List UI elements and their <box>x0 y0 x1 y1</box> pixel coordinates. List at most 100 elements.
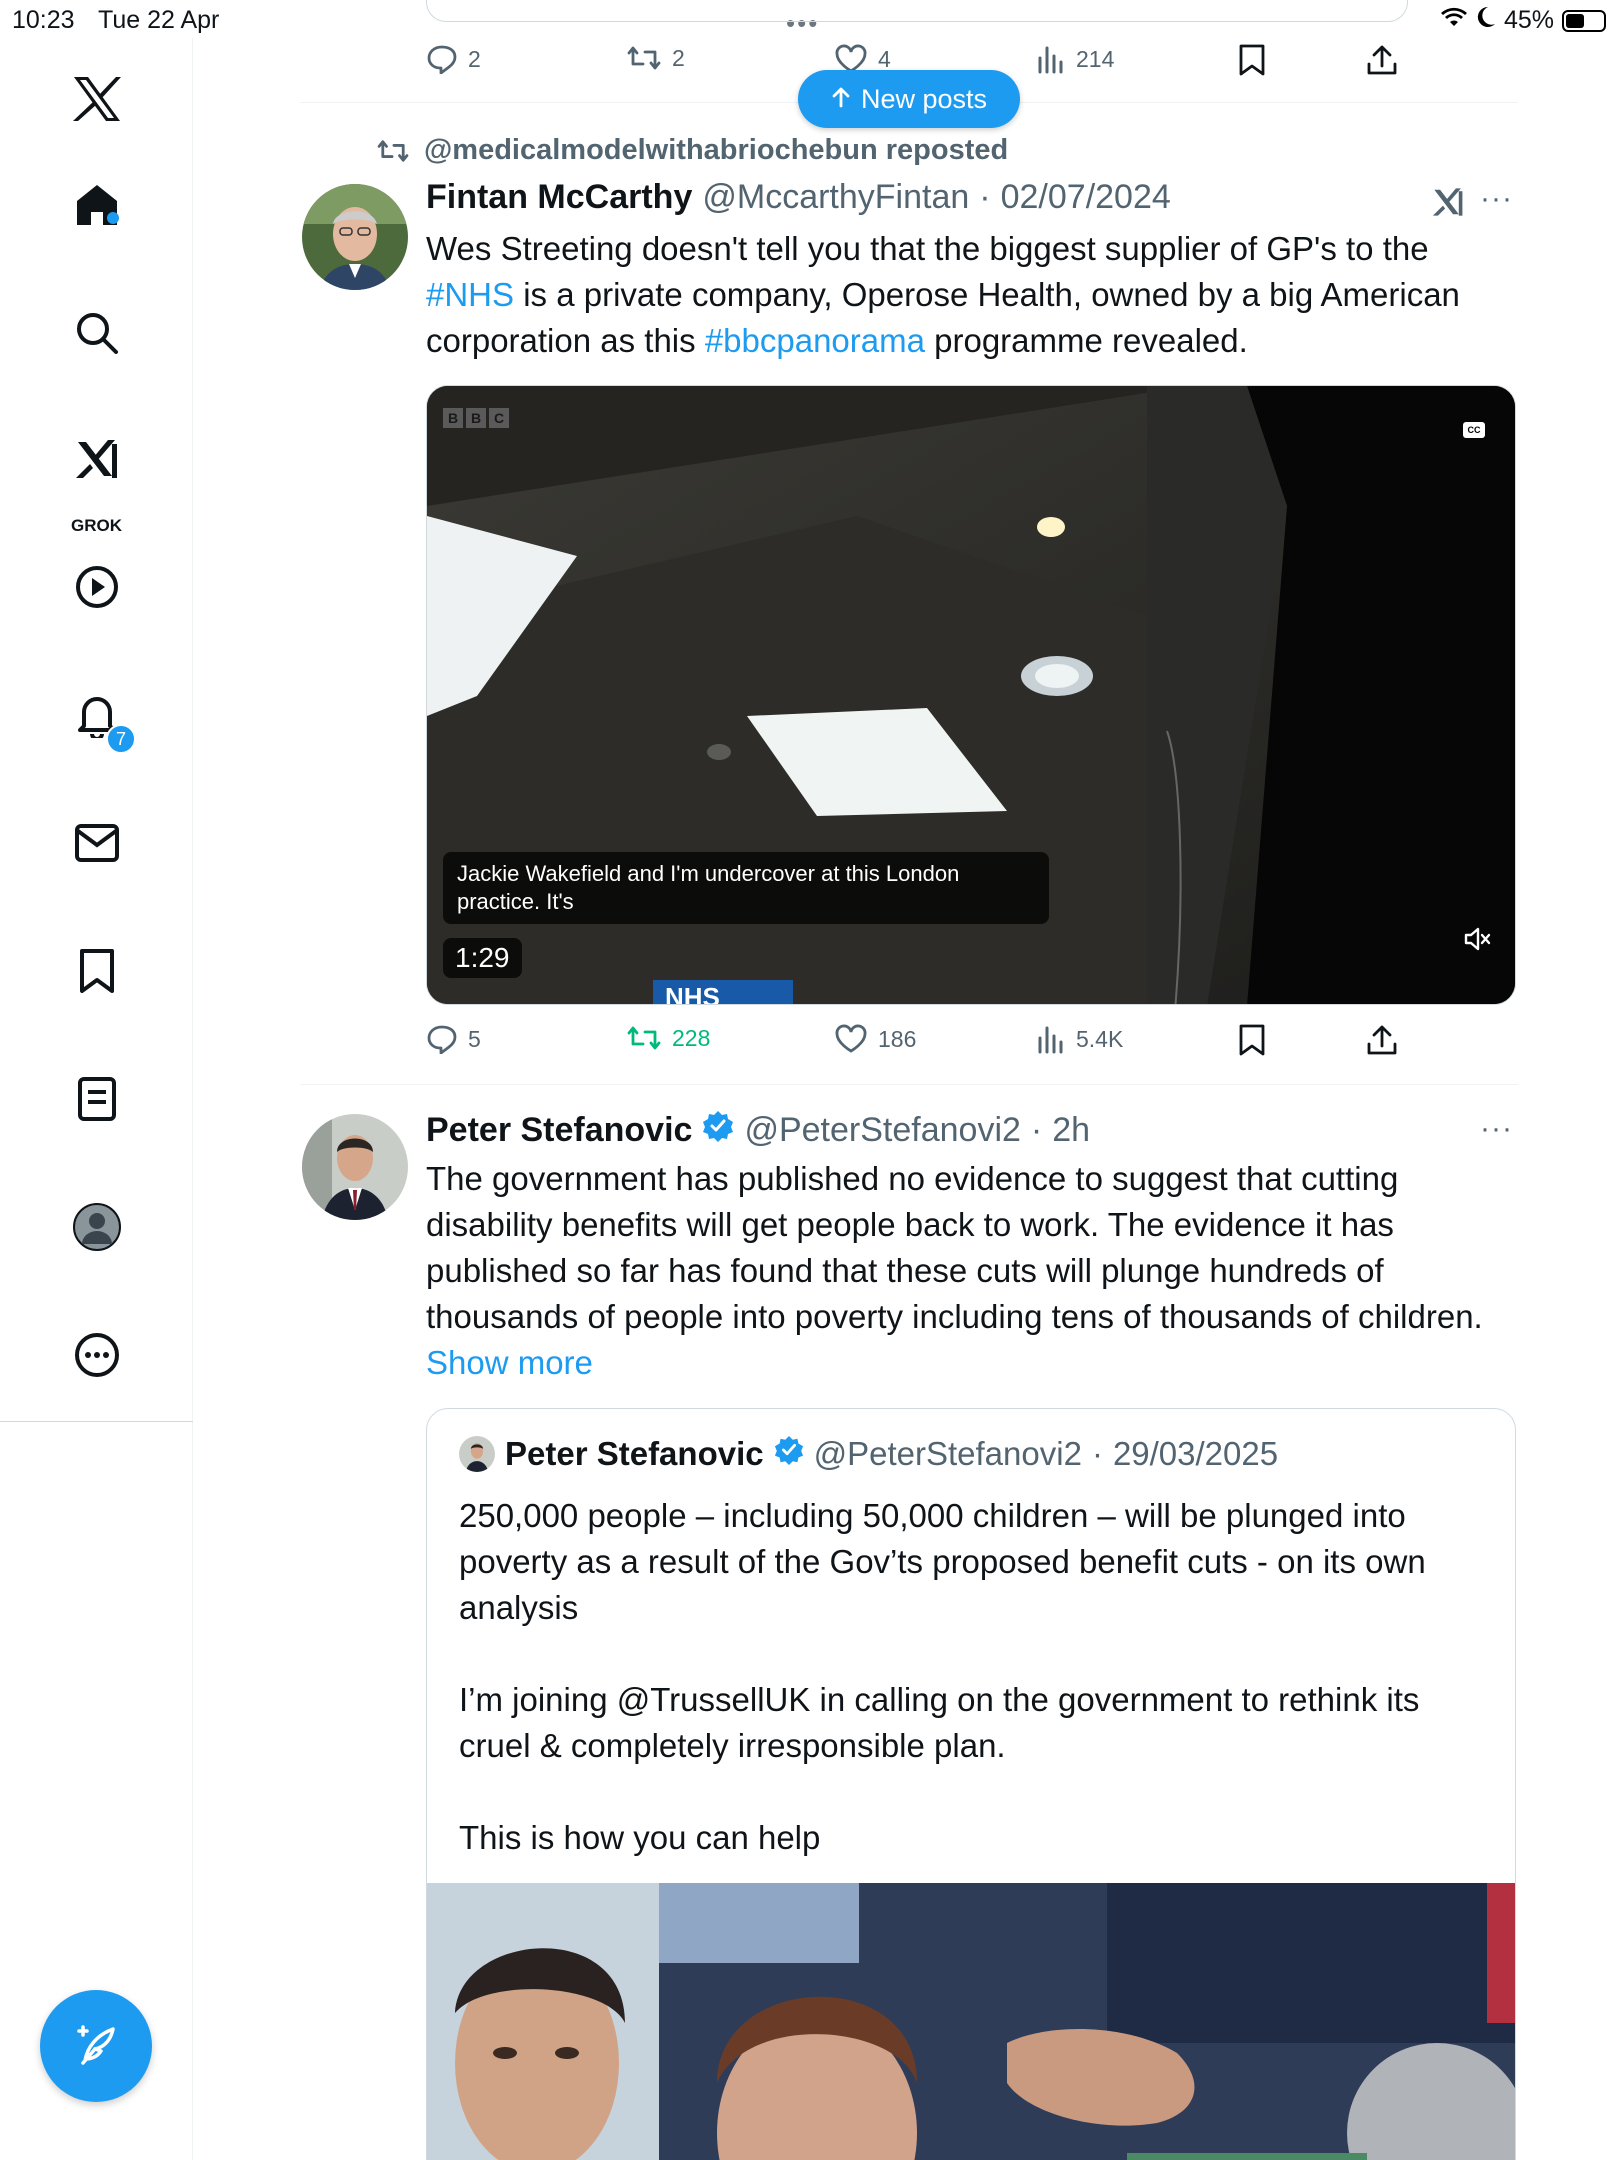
compose-button[interactable] <box>40 1990 152 2102</box>
bell-icon[interactable] <box>0 680 193 750</box>
separator: · <box>979 178 991 216</box>
tweet-text: The government has published no evidence… <box>426 1156 1486 1386</box>
avatar[interactable] <box>302 184 408 290</box>
bbc-letter-3: C <box>489 408 509 428</box>
arrow-up-icon <box>831 84 851 115</box>
quote-date[interactable]: 29/03/2025 <box>1113 1435 1278 1473</box>
quote-media-image[interactable] <box>427 1883 1515 2160</box>
share-button[interactable] <box>1366 1024 1398 1056</box>
status-right: 45% <box>1440 6 1606 35</box>
verified-badge-icon <box>774 1435 804 1473</box>
quote-text: 250,000 people – including 50,000 childr… <box>459 1493 1489 1861</box>
tweet-text-segment: programme revealed. <box>924 322 1248 359</box>
feed-divider <box>300 1084 1518 1085</box>
like-count: 4 <box>878 45 891 72</box>
quoted-tweet[interactable]: Peter Stefanovic @PeterStefanovi2 · 29/0… <box>426 1408 1516 2160</box>
list-icon[interactable] <box>0 1064 193 1134</box>
closed-captions-button[interactable]: CC <box>1463 422 1485 438</box>
quote-header: Peter Stefanovic @PeterStefanovi2 · 29/0… <box>459 1435 1278 1473</box>
separator: · <box>1091 1435 1103 1472</box>
quote-paragraph <box>459 1769 1489 1815</box>
mail-icon[interactable] <box>0 808 193 878</box>
tweet-body: The government has published no evidence… <box>426 1160 1483 1335</box>
views-count: 214 <box>1076 45 1115 72</box>
repost-button[interactable]: 228 <box>626 1024 710 1052</box>
battery-icon <box>1562 9 1606 32</box>
views-count: 5.4K <box>1076 1025 1124 1052</box>
reply-button[interactable]: 2 <box>426 44 481 74</box>
hashtag-link[interactable]: #NHS <box>426 276 514 313</box>
views-button[interactable]: 5.4K <box>1036 1024 1123 1054</box>
battery-fill <box>1566 13 1584 28</box>
avatar[interactable] <box>302 1114 408 1220</box>
bbc-letter-2: B <box>466 408 486 428</box>
tweet-header: Fintan McCarthy @MccarthyFintan · 02/07/… <box>426 178 1171 217</box>
grok-label: GROK <box>71 516 122 535</box>
bbc-logo: B B C <box>443 408 509 428</box>
status-date: Tue 22 Apr <box>98 6 220 34</box>
verified-badge-icon <box>702 1110 734 1151</box>
hashtag-link[interactable]: #bbcpanorama <box>705 322 925 359</box>
home-unread-dot <box>107 212 119 224</box>
previous-quote-card[interactable] <box>426 0 1408 22</box>
bookmark-button[interactable] <box>1238 44 1266 76</box>
notification-badge: 7 <box>106 724 136 754</box>
moon-icon <box>1476 6 1496 35</box>
mute-icon[interactable] <box>1463 926 1491 957</box>
repost-small-icon <box>377 139 409 162</box>
author-handle[interactable]: @MccarthyFintan <box>702 178 969 217</box>
tweet-date[interactable]: 02/07/2024 <box>1001 178 1171 217</box>
tweet-text: Wes Streeting doesn't tell you that the … <box>426 226 1516 364</box>
compose-feather-icon <box>71 2019 121 2074</box>
reposted-by-text: @medicalmodelwithabriochebun reposted <box>424 134 1009 166</box>
grok-icon[interactable] <box>0 424 193 494</box>
quote-avatar[interactable] <box>459 1436 495 1472</box>
bbc-letter-1: B <box>443 408 463 428</box>
quote-author-name[interactable]: Peter Stefanovic <box>505 1435 764 1473</box>
more-options-icon[interactable]: ··· <box>1480 1112 1513 1146</box>
author-handle[interactable]: @PeterStefanovi2 <box>744 1111 1020 1150</box>
quote-paragraph: This is how you can help <box>459 1819 821 1856</box>
more-options-icon[interactable]: ··· <box>1480 182 1513 216</box>
wifi-icon <box>1440 6 1468 35</box>
like-button[interactable]: 186 <box>834 1024 916 1054</box>
more-icon[interactable] <box>0 1320 193 1390</box>
show-more-link[interactable]: Show more <box>426 1344 593 1381</box>
bookmark-button[interactable] <box>1238 1024 1266 1056</box>
author-name[interactable]: Fintan McCarthy <box>426 178 692 217</box>
like-count: 186 <box>878 1025 917 1052</box>
avatar-icon[interactable] <box>0 1192 193 1262</box>
share-button[interactable] <box>1366 44 1398 76</box>
author-name[interactable]: Peter Stefanovic <box>426 1111 692 1150</box>
sidebar: GROK 7 <box>0 38 193 2160</box>
quote-paragraph <box>459 1631 1489 1677</box>
quote-paragraph: 250,000 people – including 50,000 childr… <box>459 1497 1426 1626</box>
tweet-header: Peter Stefanovic @PeterStefanovi2 · 2h <box>426 1110 1090 1151</box>
tweet-text-segment: Wes Streeting doesn't tell you that the … <box>426 230 1429 267</box>
new-posts-label: New posts <box>860 83 988 114</box>
grok-icon[interactable] <box>1430 184 1466 225</box>
reply-button[interactable]: 5 <box>426 1024 481 1054</box>
quote-author-handle[interactable]: @PeterStefanovi2 <box>814 1435 1082 1473</box>
bookmark-icon[interactable] <box>0 936 193 1006</box>
repost-count: 2 <box>672 44 685 71</box>
reply-count: 2 <box>468 45 481 72</box>
new-posts-button[interactable]: New posts <box>798 70 1020 128</box>
battery-percent: 45% <box>1503 6 1554 34</box>
separator: · <box>1030 1111 1043 1149</box>
home-icon[interactable] <box>0 170 193 240</box>
views-button[interactable]: 214 <box>1036 44 1114 74</box>
repost-button[interactable]: 2 <box>626 44 685 72</box>
reposted-label[interactable]: @medicalmodelwithabriochebun reposted <box>376 134 1008 167</box>
repost-count: 228 <box>672 1024 711 1051</box>
nhs-sign: NHS <box>665 982 720 1005</box>
reply-count: 5 <box>468 1025 481 1052</box>
tweet-time[interactable]: 2h <box>1052 1111 1090 1150</box>
search-icon[interactable] <box>0 298 193 368</box>
quote-paragraph: I’m joining @TrussellUK in calling on th… <box>459 1681 1420 1764</box>
video-duration: 1:29 <box>443 938 522 978</box>
video-player[interactable]: NHS B B C CC Jackie Wakefield and I'm un… <box>426 385 1516 1005</box>
play-icon[interactable] <box>0 552 193 622</box>
status-time: 10:23 <box>12 6 75 34</box>
x-logo-icon[interactable] <box>0 64 193 134</box>
